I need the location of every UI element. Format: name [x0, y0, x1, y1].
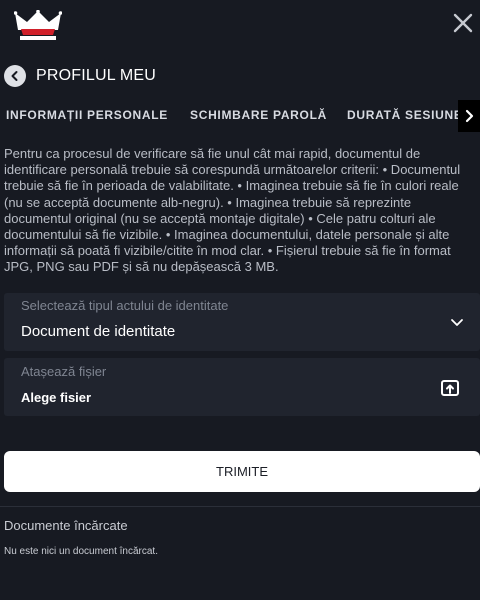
id-type-value: Document de identitate — [21, 323, 176, 340]
id-type-label: Selectează tipul actului de identitate — [21, 298, 229, 313]
crown-logo[interactable] — [14, 10, 62, 42]
top-bar — [0, 0, 480, 52]
chevron-left-icon — [11, 71, 18, 81]
page-title: PROFILUL MEU — [36, 67, 157, 84]
submit-button[interactable]: TRIMITE — [4, 451, 480, 492]
chevron-right-icon — [465, 109, 474, 123]
uploaded-documents-heading: Documente încărcate — [4, 518, 128, 533]
page-header: PROFILUL MEU — [4, 63, 156, 89]
tab-session-duration[interactable]: DURATĂ SESIUNE — [347, 108, 463, 122]
tabs-scroll-right-button[interactable] — [458, 100, 480, 132]
no-documents-text: Nu este nici un document încărcat. — [4, 546, 158, 557]
upload-icon[interactable] — [440, 378, 460, 398]
tab-change-password[interactable]: SCHIMBARE PAROLĂ — [190, 108, 327, 122]
file-attach-field[interactable]: Atașează fișier Alege fisier — [4, 358, 480, 416]
tab-bar: INFORMAȚII PERSONALE SCHIMBARE PAROLĂ DU… — [0, 100, 480, 132]
choose-file-button[interactable]: Alege fisier — [21, 390, 91, 405]
back-button[interactable] — [4, 65, 26, 87]
attach-file-label: Atașează fișier — [21, 364, 107, 379]
id-type-select[interactable]: Selectează tipul actului de identitate D… — [4, 293, 480, 351]
document-criteria-text: Pentru ca procesul de verificare să fie … — [4, 146, 461, 275]
close-icon[interactable] — [452, 12, 474, 34]
divider — [0, 506, 480, 507]
chevron-down-icon — [451, 319, 463, 326]
tab-personal-info[interactable]: INFORMAȚII PERSONALE — [6, 108, 168, 122]
